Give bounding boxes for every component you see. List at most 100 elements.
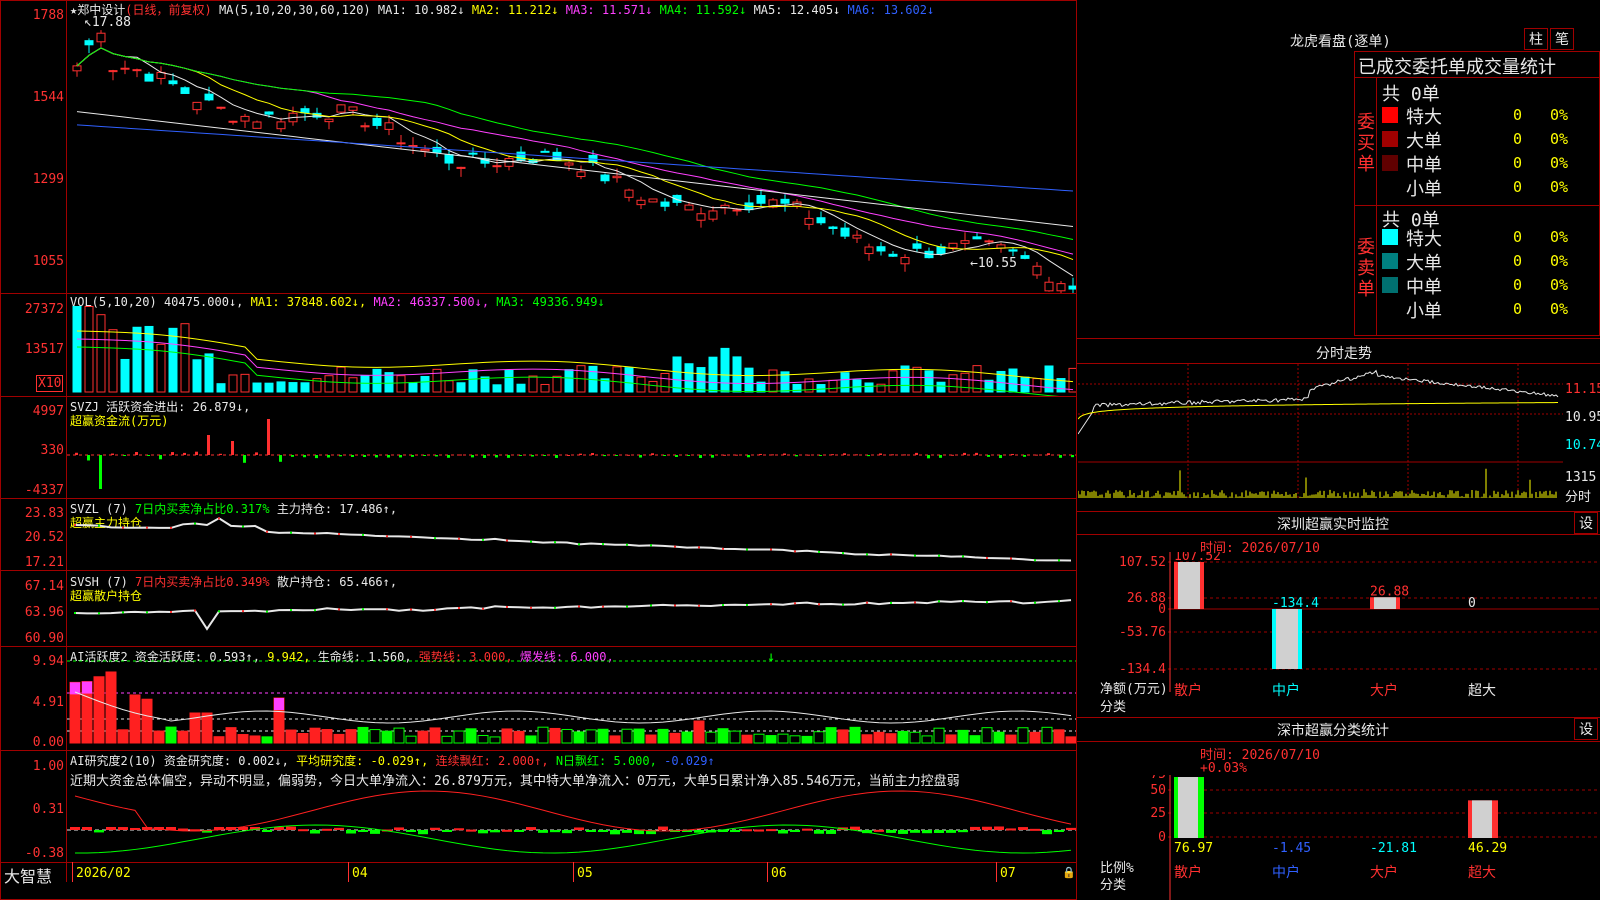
ai1-bar (1017, 727, 1029, 744)
buy-label-3: 中单 (1406, 155, 1442, 176)
candle (540, 150, 550, 153)
vol-unit[interactable]: X10 (36, 375, 64, 392)
ai1-bar (1053, 729, 1065, 744)
candle (336, 104, 346, 113)
svzj-bar (651, 453, 654, 455)
ai1-bar (669, 732, 681, 744)
ai1-bar (597, 728, 609, 744)
ai1-bar (1029, 731, 1041, 744)
svzj-bar (495, 455, 498, 458)
svzj-bar (207, 435, 210, 455)
svzj-bar (1047, 453, 1050, 455)
volume-chart[interactable] (67, 296, 1076, 396)
candle (1068, 285, 1076, 290)
vol-bar (216, 383, 226, 393)
ai1-tick-3: 0.00 (32, 735, 64, 750)
bar-mode-button[interactable]: 柱 (1524, 28, 1548, 50)
candle (804, 217, 814, 225)
vol-bar (552, 375, 562, 393)
mon-tick-3: 0 (1158, 602, 1166, 617)
candle (732, 209, 742, 212)
candle (168, 80, 178, 85)
svzj-bar (723, 454, 726, 456)
ai1-bar (465, 728, 477, 744)
price-tick-3: 1299 (32, 172, 64, 187)
svzj-bar (363, 455, 366, 458)
ma-line-1 (76, 47, 1074, 277)
svzj-bar (375, 455, 378, 458)
ma-line-2 (76, 47, 1074, 261)
classify-settings-button[interactable]: 设 (1574, 718, 1598, 740)
cls-tick-2: 50 (1150, 783, 1166, 798)
svzj-bar (1071, 455, 1074, 458)
ai2-bar (778, 830, 788, 834)
cls-tick-4: 0 (1158, 830, 1166, 845)
mon-cat-4: 超大 (1468, 683, 1496, 699)
svzj-bar (411, 455, 414, 457)
ai1-bar (501, 728, 513, 744)
vol-bar (96, 314, 106, 393)
brand-logo[interactable]: 大智慧 (4, 863, 52, 887)
ai2-bar (82, 827, 92, 830)
ai-activity-chart[interactable]: ↓ (67, 647, 1076, 750)
vol-bar (300, 382, 310, 393)
date-label-2: 05 (577, 866, 593, 881)
ai1-bar (573, 731, 585, 744)
retail-holding-chart[interactable] (67, 571, 1076, 646)
lock-icon[interactable]: 🔒 (1062, 866, 1076, 879)
fund-flow-chart[interactable] (67, 397, 1076, 498)
vol-bar (420, 375, 430, 393)
svzj-bar (255, 452, 258, 455)
ai2-bar (622, 830, 632, 833)
svsh-tick-1: 67.14 (24, 579, 64, 594)
ai2-bar (298, 829, 308, 832)
fenshi-title: 分时走势 (1316, 346, 1372, 362)
candle (1056, 283, 1066, 292)
ai1-bar (417, 730, 429, 744)
vol-bar (612, 366, 622, 393)
svzj-bar (639, 455, 642, 458)
candle (852, 234, 862, 239)
svzj-bar (471, 455, 474, 458)
mon-tick-1: 107.52 (1119, 555, 1166, 570)
buy-pct-4: 0% (1549, 178, 1568, 196)
vol-bar (1068, 367, 1076, 393)
mon-bar-label-4: 0 (1468, 596, 1476, 611)
mon-bar-label-2: -134.4 (1272, 596, 1319, 611)
ai2-bar (346, 830, 356, 834)
cls-tick-1: 75 (1150, 775, 1166, 782)
ai1-bar (1041, 726, 1053, 744)
svzj-bar (267, 419, 270, 455)
ai2-bar (970, 826, 980, 830)
ai2-bar (454, 828, 464, 831)
svzl-line (74, 517, 1072, 562)
vol-bar (132, 326, 142, 393)
intraday-chart[interactable] (1078, 364, 1563, 500)
mon-cat-1: 散户 (1174, 682, 1202, 699)
vol-bar (864, 382, 874, 393)
candlestick-chart[interactable] (67, 0, 1076, 293)
ai2-bar (658, 826, 668, 830)
ai1-bar (909, 731, 921, 744)
classify-chart[interactable]: 7550 25 0 76.97 散户 -1.45 中户 -21.81 大户 46.29 超大 (1078, 775, 1599, 900)
ai2-bar (922, 830, 932, 834)
ai2-bar (418, 830, 428, 835)
candle (576, 171, 586, 178)
monitor-settings-button[interactable]: 设 (1574, 512, 1598, 534)
vol-bar (468, 369, 478, 393)
tick-mode-button[interactable]: 笔 (1550, 28, 1574, 50)
ai2-bar (610, 830, 620, 835)
ai1-bar (357, 726, 369, 744)
ai-research-chart[interactable] (67, 751, 1076, 862)
svzj-bar (291, 455, 294, 457)
candle (84, 40, 94, 46)
ai1-curve (74, 691, 1072, 724)
buy-pct-1: 0% (1549, 106, 1568, 124)
vol-bar (648, 380, 658, 393)
main-holding-chart[interactable] (67, 499, 1076, 570)
svzj-bar (231, 441, 234, 455)
sell-value-4: 0 (1512, 300, 1522, 318)
ai2-bar (874, 829, 884, 832)
candle (276, 121, 286, 130)
ai2-bar (958, 830, 968, 833)
